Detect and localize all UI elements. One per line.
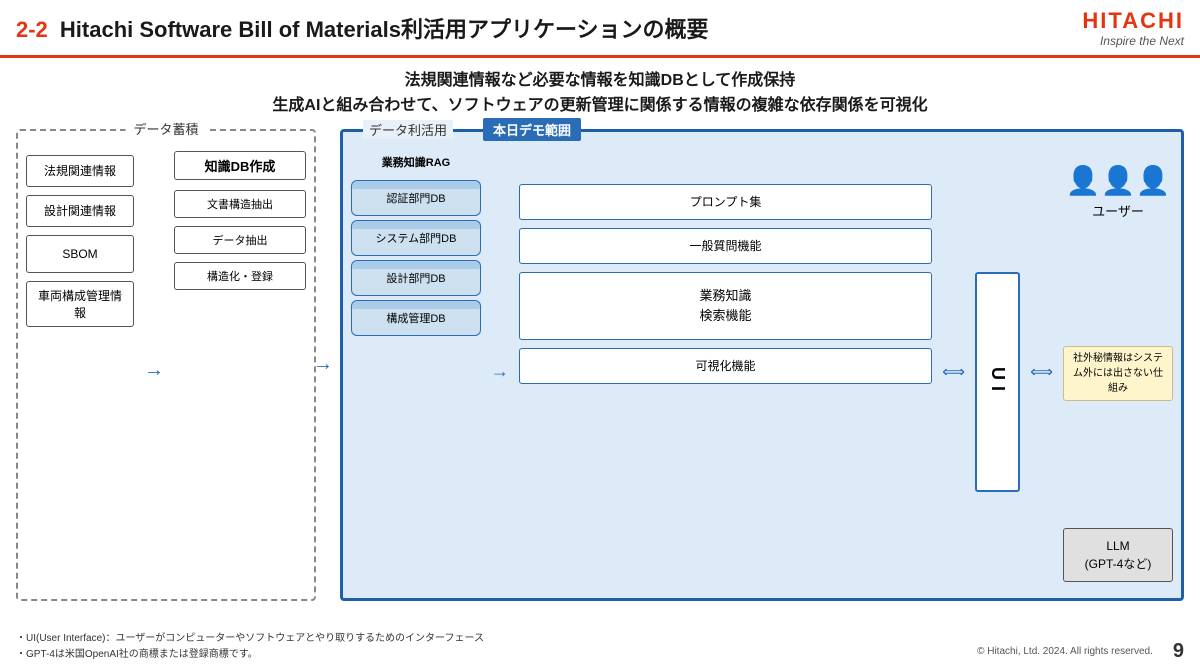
- user-icons: 👤 👤 👤: [1066, 164, 1171, 197]
- user-icon-3: 👤: [1135, 164, 1170, 197]
- step-0: 文書構造抽出: [174, 190, 306, 218]
- knowledge-steps: 文書構造抽出 データ抽出 構造化・登録: [174, 190, 306, 290]
- arrow-to-ui: ⟺: [938, 154, 969, 590]
- user-icon-2: 👤: [1101, 164, 1136, 197]
- func-0: プロンプト集: [519, 184, 932, 220]
- footer-right: © Hitachi, Ltd. 2024. All rights reserve…: [977, 640, 1184, 663]
- brand-tagline: Inspire the Next: [1082, 34, 1184, 48]
- knowledge-db-title: 知識DB作成: [174, 151, 306, 180]
- user-label: ユーザー: [1092, 201, 1144, 220]
- page-title: 2-2 Hitachi Software Bill of Materials利活…: [16, 12, 1082, 44]
- footer-notes: ・UI(User Interface)：ユーザーがコンピューターやソフトウェアと…: [16, 631, 484, 663]
- input-item-2: SBOM: [26, 235, 134, 273]
- knowledge-db-creation: 知識DB作成 文書構造抽出 データ抽出 構造化・登録: [174, 151, 306, 591]
- input-item-0: 法規関連情報: [26, 155, 134, 187]
- ui-box: UI: [975, 272, 1020, 492]
- input-item-1: 設計関連情報: [26, 195, 134, 227]
- input-items-column: 法規関連情報 設計関連情報 SBOM 車両構成管理情報: [26, 151, 134, 591]
- func-1: 一般質問機能: [519, 228, 932, 264]
- right-side: 👤 👤 👤 ユーザー 社外秘情報はシステム外には出さない仕組み LLM(GPT-…: [1063, 154, 1173, 590]
- footer: ・UI(User Interface)：ユーザーがコンピューターやソフトウェアと…: [16, 631, 1184, 663]
- func-2: 業務知識検索機能: [519, 272, 932, 340]
- user-icon-1: 👤: [1066, 164, 1101, 197]
- main-diagram: データ蓄積 法規関連情報 設計関連情報 SBOM 車両構成管理情報 → 知識DB…: [0, 125, 1200, 605]
- data-utilization-label: データ利活用: [363, 120, 453, 139]
- functions-column: プロンプト集 一般質問機能 業務知識検索機能 可視化機能: [519, 154, 932, 590]
- func-3: 可視化機能: [519, 348, 932, 384]
- subtitle-line2: 生成AIと組み合わせて、ソフトウェアの更新管理に関係する情報の複雑な依存関係を可…: [20, 93, 1180, 119]
- left-inner: 法規関連情報 設計関連情報 SBOM 車両構成管理情報 → 知識DB作成 文書構…: [26, 151, 306, 591]
- footer-note-1: ・GPT-4は米国OpenAI社の商標または登録商標です。: [16, 647, 484, 663]
- brand-name: HITACHI: [1082, 8, 1184, 34]
- slide-number: 2-2: [16, 17, 48, 42]
- llm-box: LLM(GPT-4など): [1063, 528, 1173, 582]
- data-accumulation-box: データ蓄積 法規関連情報 設計関連情報 SBOM 車両構成管理情報 → 知識DB…: [16, 129, 316, 601]
- db-item-3: 構成管理DB: [351, 300, 481, 336]
- data-utilization-box: データ利活用 本日デモ範囲 業務知識RAG 認証部門DB システム部門DB 設計…: [340, 129, 1184, 601]
- page-number: 9: [1173, 640, 1184, 663]
- db-item-0: 認証部門DB: [351, 180, 481, 216]
- input-item-3: 車両構成管理情報: [26, 281, 134, 327]
- rag-label: 業務知識RAG: [351, 154, 481, 170]
- ui-column: UI: [975, 154, 1020, 590]
- step-1: データ抽出: [174, 226, 306, 254]
- footer-note-0: ・UI(User Interface)：ユーザーがコンピューターやソフトウェアと…: [16, 631, 484, 647]
- data-accumulation-label: データ蓄積: [125, 119, 206, 138]
- subtitle-line1: 法規関連情報など必要な情報を知識DBとして作成保持: [20, 68, 1180, 94]
- secret-note: 社外秘情報はシステム外には出さない仕組み: [1063, 346, 1173, 401]
- subtitle: 法規関連情報など必要な情報を知識DBとして作成保持 生成AIと組み合わせて、ソフ…: [0, 58, 1200, 125]
- db-item-2: 設計部門DB: [351, 260, 481, 296]
- step-2: 構造化・登録: [174, 262, 306, 290]
- hitachi-logo: HITACHI Inspire the Next: [1082, 8, 1184, 49]
- arrow-to-functions: →: [487, 154, 513, 590]
- copyright: © Hitachi, Ltd. 2024. All rights reserve…: [977, 646, 1153, 657]
- demo-badge: 本日デモ範囲: [483, 118, 581, 141]
- main-arrow: →: [316, 129, 330, 601]
- db-column: 業務知識RAG 認証部門DB システム部門DB 設計部門DB 構成管理DB: [351, 154, 481, 590]
- header: 2-2 Hitachi Software Bill of Materials利活…: [0, 0, 1200, 58]
- title-text: Hitachi Software Bill of Materials利活用アプリ…: [54, 17, 709, 42]
- arrow-to-knowledge: →: [142, 151, 166, 591]
- arrow-to-users: ⟺: [1026, 154, 1057, 590]
- user-group: 👤 👤 👤 ユーザー: [1066, 164, 1171, 220]
- db-item-1: システム部門DB: [351, 220, 481, 256]
